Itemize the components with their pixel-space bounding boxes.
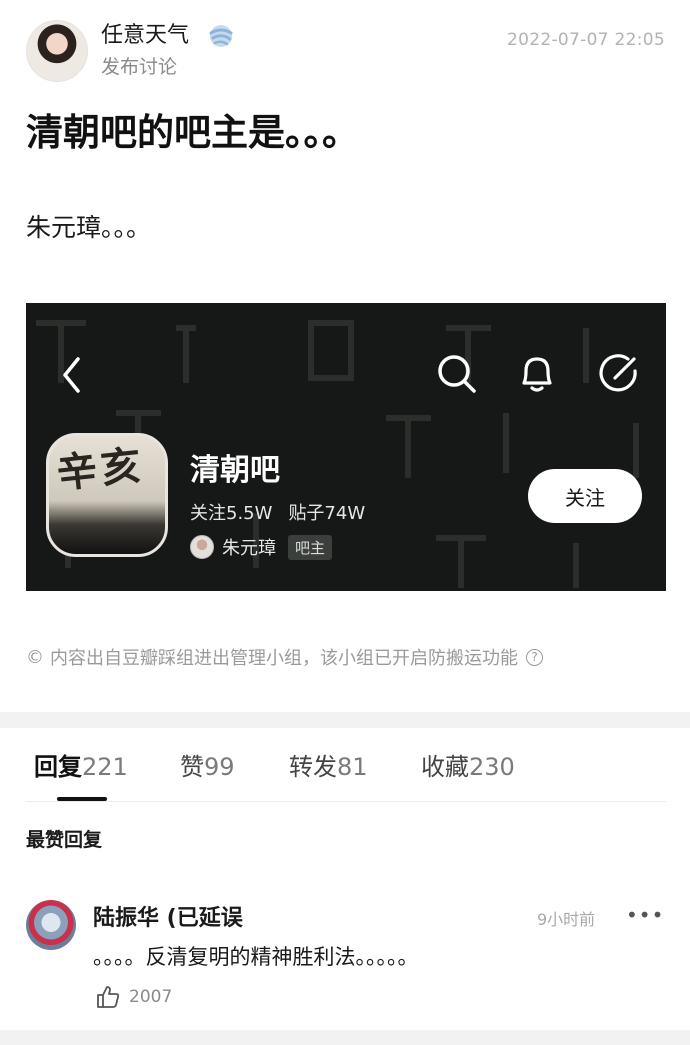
post-timestamp: 2022-07-07 22:05 — [507, 30, 665, 50]
help-circle-icon[interactable]: ? — [526, 648, 543, 666]
post-header: 任意天气 发布讨论 2022-07-07 22:05 — [0, 0, 690, 90]
tab-replies-label: 回复 — [34, 753, 82, 781]
tab-favorites[interactable]: 收藏230 — [421, 752, 515, 782]
bottom-divider — [0, 1030, 690, 1045]
bar-owner-row: 朱元璋 吧主 — [190, 534, 333, 560]
post-type-label: 发布讨论 — [101, 56, 178, 78]
bar-logo[interactable]: 辛亥 — [46, 433, 168, 557]
edit-icon[interactable] — [598, 351, 640, 395]
author-avatar[interactable] — [26, 20, 88, 82]
bar-posts: 贴子74W — [288, 503, 366, 524]
owner-name[interactable]: 朱元璋 — [222, 534, 276, 560]
top-replies-heading: 最赞回复 — [26, 829, 103, 851]
bar-stats: 关注5.5W 贴子74W — [190, 499, 365, 525]
bar-followers: 关注5.5W — [190, 503, 273, 524]
tab-reposts[interactable]: 转发81 — [289, 752, 368, 782]
search-icon[interactable] — [436, 353, 478, 395]
comment-text: 。。。。反清复明的精神胜利法。。。。。 — [93, 945, 419, 969]
back-chevron-icon[interactable] — [60, 355, 82, 395]
embedded-screenshot[interactable]: 辛亥 清朝吧 关注5.5W 贴子74W 朱元璋 吧主 关注 — [26, 303, 666, 591]
tab-likes[interactable]: 赞99 — [180, 752, 235, 782]
tab-reposts-label: 转发 — [289, 753, 337, 781]
comment-time: 9小时前 — [537, 910, 596, 929]
gale-badge-icon — [209, 25, 233, 47]
commenter-avatar[interactable] — [26, 900, 76, 950]
section-divider — [0, 712, 690, 728]
tab-likes-label: 赞 — [180, 753, 204, 781]
tab-favorites-label: 收藏 — [421, 753, 469, 781]
post-body: 朱元璋。。。 — [26, 213, 152, 242]
tab-replies-count: 221 — [82, 753, 128, 781]
bell-icon[interactable] — [516, 351, 558, 395]
tab-reposts-count: 81 — [337, 753, 368, 781]
post-title: 清朝吧的吧主是。。。 — [26, 111, 359, 154]
tabs-border — [26, 801, 666, 802]
owner-tag: 吧主 — [288, 534, 333, 560]
owner-avatar[interactable] — [190, 535, 214, 559]
follow-button[interactable]: 关注 — [528, 469, 642, 523]
tab-likes-count: 99 — [204, 753, 235, 781]
comment-like-count: 2007 — [129, 987, 173, 1007]
more-dots-icon[interactable]: ••• — [626, 903, 664, 927]
tab-favorites-count: 230 — [469, 753, 515, 781]
interaction-tabs: 回复221 赞99 转发81 收藏230 — [0, 728, 690, 802]
bar-name: 清朝吧 — [190, 453, 280, 488]
source-note: © 内容出自豆瓣踩组进出管理小组，该小组已开启防搬运功能 ? — [26, 644, 543, 670]
bar-logo-text: 辛亥 — [54, 441, 148, 498]
copyright-icon: © — [26, 646, 44, 668]
commenter-name[interactable]: 陆振华 (已延误 — [93, 900, 243, 932]
comment-like-row[interactable]: 2007 — [95, 984, 172, 1010]
author-name[interactable]: 任意天气 — [101, 22, 189, 50]
tab-replies[interactable]: 回复221 — [34, 752, 128, 782]
source-note-text: 内容出自豆瓣踩组进出管理小组，该小组已开启防搬运功能 — [50, 648, 518, 669]
thumbs-up-icon[interactable] — [95, 984, 121, 1010]
